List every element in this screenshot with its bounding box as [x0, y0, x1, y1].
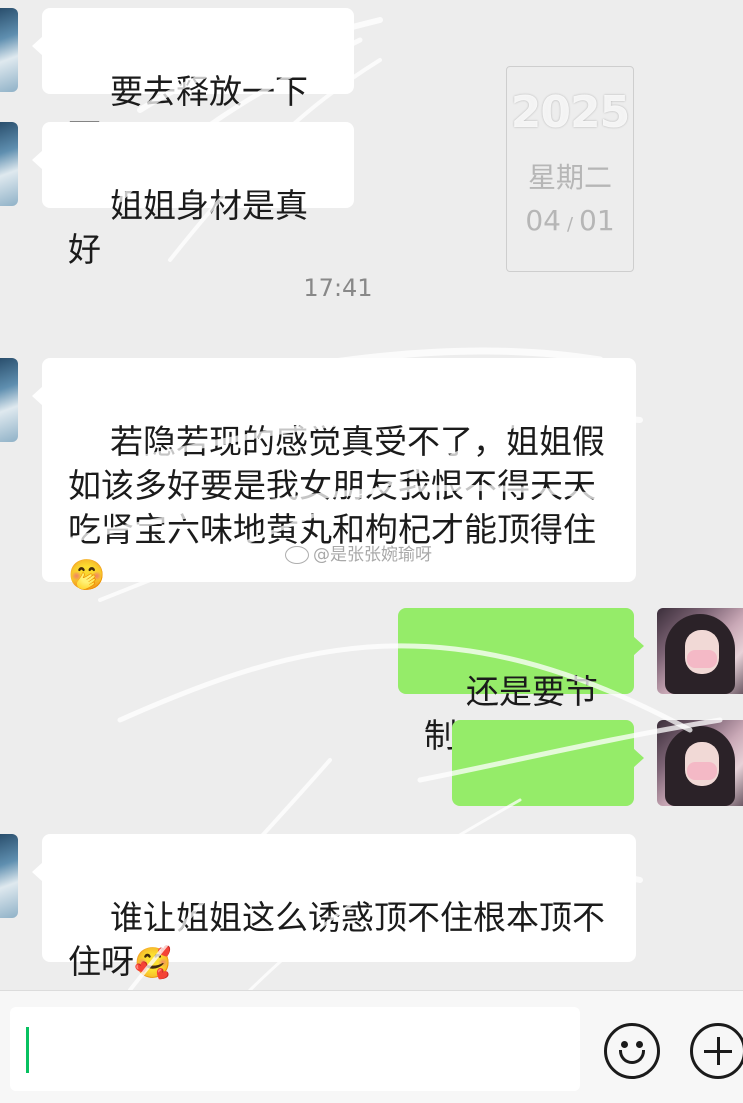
smile-face-icon[interactable] — [604, 1023, 660, 1079]
message-input-bar — [0, 990, 743, 1103]
contact-avatar[interactable] — [0, 834, 18, 918]
message-bubble-outgoing[interactable]: 🤭🤭🤭 — [452, 720, 644, 870]
date-card-date: 04/01 — [507, 204, 633, 237]
date-card-weekday: 星期二 — [527, 161, 612, 194]
date-card-month: 04 — [525, 204, 561, 237]
message-bubble-incoming[interactable]: 要去释放一下下 — [32, 8, 354, 155]
smile-mouth — [619, 1050, 645, 1064]
date-card-separator: / — [566, 214, 574, 235]
contact-avatar[interactable] — [0, 358, 18, 442]
message-timestamp: 17:41 — [303, 274, 373, 302]
plus-circle-icon[interactable] — [690, 1023, 743, 1079]
message-bubble-outgoing[interactable]: 还是要节制 — [398, 608, 644, 755]
date-card-day: 01 — [579, 204, 615, 237]
heart-eyes-emoji-icon: 🥰 — [134, 945, 172, 981]
chat-screen: 2025 星期二 04/01 要去释放一下下 姐姐身材是真好 17:41 若隐若… — [0, 0, 743, 1103]
date-card-year: 2025 — [510, 87, 630, 138]
contact-avatar[interactable] — [0, 8, 18, 92]
message-input[interactable] — [10, 1007, 580, 1091]
message-bubble-incoming[interactable]: 谁让姐姐这么诱惑顶不住根本顶不住呀🥰 — [32, 834, 636, 981]
date-card: 2025 星期二 04/01 — [506, 66, 634, 272]
user-avatar[interactable] — [657, 720, 743, 806]
yawn-emoji-icon: 🤭 — [68, 557, 106, 593]
user-avatar[interactable] — [657, 608, 743, 694]
avatar-mask — [687, 650, 717, 668]
weibo-watermark: @是张张婉瑜呀 — [285, 540, 432, 565]
contact-avatar[interactable] — [0, 122, 18, 206]
message-bubble-incoming[interactable]: 姐姐身材是真好 — [32, 122, 354, 269]
message-text: 若隐若现的感觉真受不了，姐姐假如该多好要是我女朋友我恨不得天天吃肾宝六味地黄丸和… — [68, 422, 605, 549]
message-text: 姐姐身材是真好 — [68, 186, 308, 269]
avatar-mask — [687, 762, 717, 780]
weibo-icon — [285, 546, 309, 564]
plus-vertical — [717, 1037, 720, 1065]
watermark-text: @是张张婉瑜呀 — [313, 545, 432, 565]
smile-eye-right — [636, 1041, 643, 1048]
text-caret — [26, 1027, 29, 1073]
smile-eye-left — [621, 1041, 628, 1048]
